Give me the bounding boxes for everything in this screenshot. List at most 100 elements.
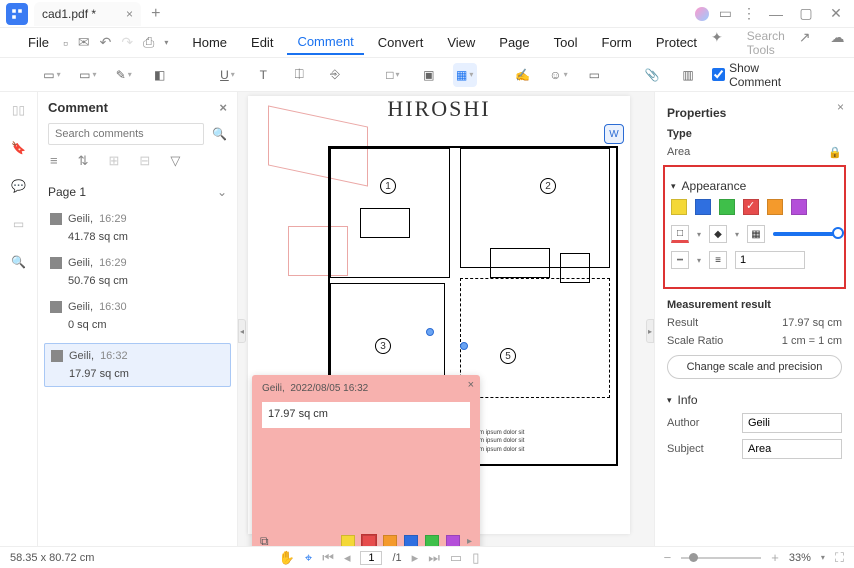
comment-search-input[interactable] — [48, 123, 204, 145]
show-comment-checkbox[interactable] — [712, 68, 725, 81]
opacity-slider[interactable] — [773, 232, 838, 236]
zoom-in-icon[interactable]: + — [771, 550, 779, 565]
comment-item-selected[interactable]: Geili, 16:32 17.97 sq cm — [44, 343, 231, 387]
more-colors-icon[interactable]: ▸ — [467, 536, 472, 546]
share-icon[interactable]: ↗ — [799, 29, 811, 57]
zoom-out-icon[interactable]: − — [664, 550, 672, 565]
lock-icon[interactable]: 🔒 — [828, 146, 842, 159]
fit-width-icon[interactable]: ▭ — [450, 550, 462, 566]
color-swatch[interactable] — [767, 199, 783, 215]
thumbnails-icon[interactable]: ▯▯ — [9, 100, 29, 120]
menu-protect[interactable]: Protect — [646, 31, 707, 54]
filter2-icon[interactable]: ▽ — [170, 153, 180, 169]
measure-tool[interactable]: ▦▾ — [453, 63, 477, 87]
menu-file[interactable]: File — [18, 31, 59, 54]
color-swatch[interactable] — [695, 199, 711, 215]
pencil-tool[interactable]: ✎▾ — [112, 63, 136, 87]
comment-item[interactable]: Geili, 16:30 0 sq cm — [38, 295, 237, 339]
collapse-cmt-icon[interactable]: ⊟ — [139, 153, 150, 169]
color-swatch[interactable] — [791, 199, 807, 215]
subject-input[interactable] — [742, 439, 842, 459]
note-tool[interactable]: ▭▾ — [40, 63, 64, 87]
gutter-left[interactable]: ◂ — [238, 319, 246, 343]
new-tab-button[interactable]: + — [151, 5, 160, 23]
next-page-icon[interactable]: ▸ — [412, 550, 419, 566]
search-icon[interactable]: 🔍 — [212, 127, 227, 141]
highlight-tool[interactable]: ▭▾ — [76, 63, 100, 87]
menu-page[interactable]: Page — [489, 31, 539, 54]
attach-tool[interactable]: 📎 — [640, 63, 664, 87]
notification-icon[interactable]: ▭ — [719, 5, 732, 22]
fullscreen-icon[interactable]: ⛶ — [835, 550, 844, 566]
hide-tool[interactable]: ▥ — [676, 63, 700, 87]
close-comment-panel-icon[interactable]: × — [219, 100, 227, 115]
color-swatch[interactable] — [341, 535, 355, 547]
comment-page-header[interactable]: Page 1 ⌄ — [38, 177, 237, 207]
color-swatch-selected[interactable] — [743, 199, 759, 215]
first-page-icon[interactable]: ⏮ — [322, 550, 334, 566]
measure-handle[interactable] — [426, 328, 434, 336]
bookmarks-icon[interactable]: 🔖 — [9, 138, 29, 158]
menu-convert[interactable]: Convert — [368, 31, 434, 54]
sort-icon[interactable]: ⇅ — [78, 153, 89, 169]
menu-edit[interactable]: Edit — [241, 31, 283, 54]
comments-rail-icon[interactable]: 💬 — [9, 176, 29, 196]
annotation-popup[interactable]: × Geili, 2022/08/05 16:32 17.97 sq cm ⧉ … — [252, 375, 480, 546]
stamp2-tool[interactable]: ☺▾ — [547, 63, 571, 87]
appearance-header[interactable]: Appearance — [671, 179, 838, 193]
document-tab[interactable]: cad1.pdf * × — [34, 2, 141, 26]
underline-tool[interactable]: U▾ — [215, 63, 239, 87]
close-window-button[interactable]: ✕ — [826, 5, 846, 22]
zoom-readout[interactable]: 33% — [789, 552, 811, 564]
search-tools-input[interactable]: Search Tools — [747, 29, 785, 57]
menu-comment[interactable]: Comment — [287, 30, 363, 55]
show-comment-toggle[interactable]: Show Comment — [712, 61, 814, 89]
pattern-btn[interactable]: ▦ — [747, 225, 765, 243]
callout-tool[interactable]: ⎆ — [323, 63, 347, 87]
expand-icon[interactable]: ⊞ — [109, 153, 120, 169]
copy-icon[interactable]: ⧉ — [260, 534, 269, 546]
print-dd-icon[interactable]: ▾ — [164, 38, 168, 47]
fill-color-btn[interactable]: ◆ — [709, 225, 727, 243]
color-swatch[interactable] — [446, 535, 460, 547]
line-weight-btn[interactable]: ≡ — [709, 251, 727, 269]
text-tool[interactable]: T — [251, 63, 275, 87]
save-icon[interactable]: ▫ — [63, 35, 68, 51]
zoom-slider[interactable] — [681, 557, 761, 559]
eraser-tool[interactable]: ◧ — [148, 63, 172, 87]
search-rail-icon[interactable]: 🔍 — [9, 252, 29, 272]
stamp-tool[interactable]: ▣ — [417, 63, 441, 87]
stroke-color-btn[interactable]: □ — [671, 225, 689, 243]
prev-page-icon[interactable]: ◂ — [344, 550, 351, 566]
close-popup-icon[interactable]: × — [468, 379, 474, 391]
color-swatch[interactable] — [383, 535, 397, 547]
color-swatch[interactable] — [404, 535, 418, 547]
info-header[interactable]: Info — [667, 393, 842, 407]
close-properties-icon[interactable]: × — [837, 100, 844, 114]
wand-icon[interactable]: ✦ — [711, 29, 723, 57]
minimize-button[interactable]: ― — [766, 6, 786, 22]
last-page-icon[interactable]: ⏭ — [428, 550, 440, 566]
comment-item[interactable]: Geili, 16:29 50.76 sq cm — [38, 251, 237, 295]
cloud-icon[interactable]: ☁ — [831, 29, 845, 57]
menu-tool[interactable]: Tool — [544, 31, 588, 54]
print-icon[interactable]: ⎙ — [143, 34, 154, 51]
redact-tool[interactable]: ▭ — [582, 63, 606, 87]
select-tool-icon[interactable]: ⌖ — [305, 550, 312, 566]
shape-tool[interactable]: □▾ — [381, 63, 405, 87]
color-swatch[interactable] — [719, 199, 735, 215]
avatar-icon[interactable] — [695, 7, 709, 21]
popup-body[interactable]: 17.97 sq cm — [262, 402, 470, 428]
attachments-icon[interactable]: ▭ — [9, 214, 29, 234]
document-canvas[interactable]: ◂ ▸ HIROSHI W 1 2 3 4 5 — [238, 92, 654, 546]
menu-form[interactable]: Form — [592, 31, 642, 54]
kebab-icon[interactable]: ⋮ — [742, 5, 756, 22]
opacity-input[interactable] — [735, 251, 805, 269]
close-tab-icon[interactable]: × — [126, 7, 133, 21]
menu-home[interactable]: Home — [182, 31, 237, 54]
signature-tool[interactable]: ✍ — [511, 63, 535, 87]
filter1-icon[interactable]: ≡ — [50, 153, 58, 169]
color-swatch[interactable] — [671, 199, 687, 215]
measure-handle[interactable] — [460, 342, 468, 350]
redo-icon[interactable]: ↷ — [121, 34, 133, 51]
